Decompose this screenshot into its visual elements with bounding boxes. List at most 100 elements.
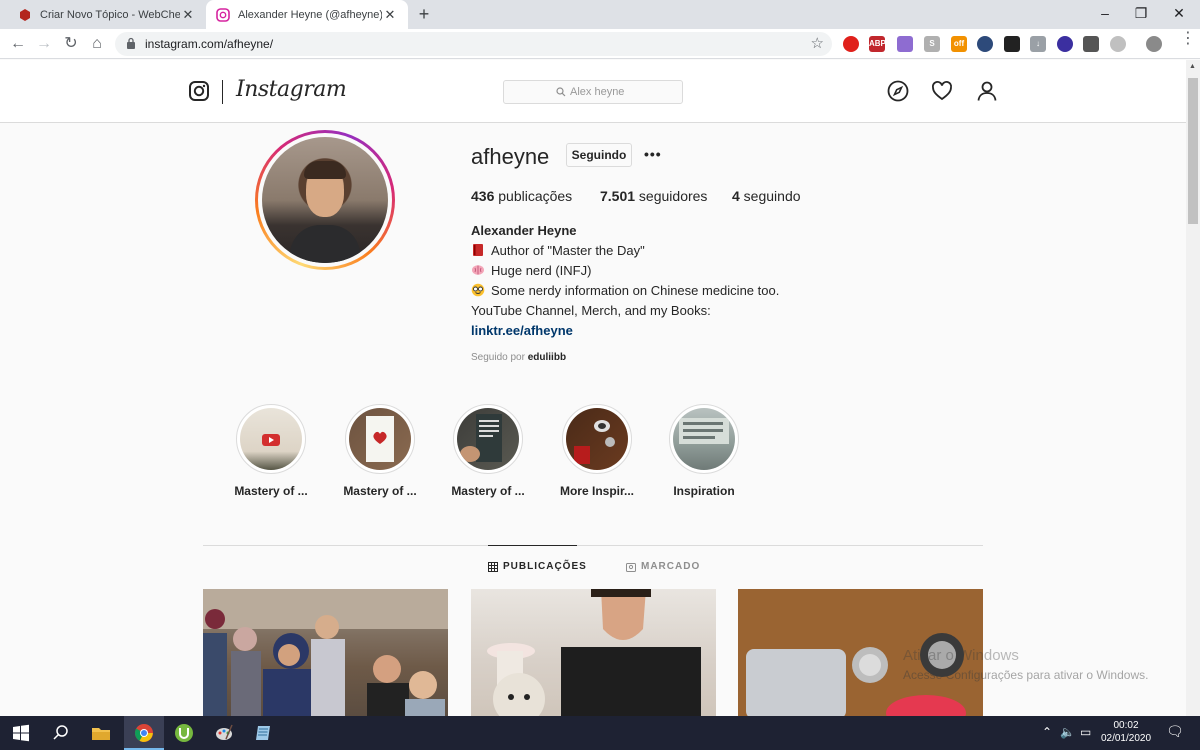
- avatar-jacket: [290, 225, 360, 263]
- close-tab-icon[interactable]: ✕: [382, 7, 398, 23]
- notifications-icon[interactable]: 🗨: [1166, 723, 1184, 740]
- reload-icon[interactable]: ↻: [61, 34, 81, 54]
- tabs-divider: [203, 545, 983, 546]
- cube-extension-icon[interactable]: [1083, 36, 1099, 52]
- lock-icon: [127, 37, 135, 49]
- purple-extension-icon[interactable]: [1057, 36, 1073, 52]
- s-extension-icon[interactable]: S: [924, 36, 940, 52]
- opera-extension-icon[interactable]: [843, 36, 859, 52]
- file-explorer-icon[interactable]: [91, 723, 111, 743]
- network-icon[interactable]: ▭: [1080, 725, 1091, 739]
- desk-items-icon: [574, 420, 615, 464]
- profile-avatar-story-ring[interactable]: [255, 130, 395, 270]
- sign-text-image-icon: [679, 418, 729, 444]
- globe-extension-icon[interactable]: [977, 36, 993, 52]
- post-thumbnail[interactable]: [203, 589, 448, 716]
- tagged-icon: [626, 562, 636, 572]
- clock-time: 00:02: [1113, 720, 1139, 731]
- instagram-logo-icon[interactable]: [189, 81, 209, 101]
- logo-divider: [222, 80, 223, 104]
- nerd-face-icon: [471, 283, 485, 297]
- highlight-label: Inspiration: [673, 484, 735, 498]
- highlight-ring: [453, 404, 523, 474]
- forward-arrow-icon[interactable]: →: [34, 34, 54, 54]
- tab-posts[interactable]: PUBLICAÇÕES: [488, 561, 587, 572]
- clock-date: 02/01/2020: [1100, 733, 1152, 744]
- bookmark-star-icon[interactable]: ☆: [811, 34, 824, 52]
- windows-start-icon[interactable]: [11, 723, 31, 743]
- followed-by-text: Seguido por eduliibb: [471, 352, 567, 363]
- highlight-thumbnail: [349, 408, 411, 470]
- browser-tab-instagram[interactable]: Alexander Heyne (@afheyne) • Fotos ✕: [206, 0, 408, 29]
- webcheats-favicon-icon: [20, 8, 30, 21]
- new-tab-button[interactable]: +: [414, 5, 434, 25]
- restore-window-icon[interactable]: ❐: [1124, 0, 1158, 29]
- back-arrow-icon[interactable]: ←: [8, 34, 28, 54]
- notes-app-icon[interactable]: [254, 723, 274, 743]
- browser-tab-webcheats[interactable]: Criar Novo Tópico - WebCheats ✕: [8, 0, 206, 29]
- paint-app-icon[interactable]: [214, 723, 234, 743]
- highlight-ring: [236, 404, 306, 474]
- chrome-icon[interactable]: [134, 723, 154, 743]
- browser-tab-strip: Criar Novo Tópico - WebCheats ✕ Alexande…: [0, 0, 1200, 29]
- tab-title: Criar Novo Tópico - WebCheats: [40, 8, 180, 21]
- highlight-label: Mastery of ...: [343, 484, 417, 498]
- search-box[interactable]: [503, 80, 683, 104]
- avatar-hair: [304, 161, 346, 179]
- grid-icon: [488, 561, 498, 572]
- search-input[interactable]: [570, 84, 670, 100]
- search-icon: [556, 87, 566, 97]
- followers-count[interactable]: 7.501 seguidores: [600, 188, 707, 204]
- minimize-window-icon[interactable]: –: [1088, 0, 1122, 29]
- bio-line: YouTube Channel, Merch, and my Books:: [471, 303, 711, 318]
- close-window-icon[interactable]: ✕: [1162, 0, 1196, 29]
- browser-toolbar: ← → ↻ ⌂ instagram.com/afheyne/ ☆ ABP S o…: [0, 29, 1200, 59]
- man-with-dog-image: [487, 589, 701, 716]
- utorrent-icon[interactable]: [174, 723, 194, 743]
- following-count[interactable]: 4 seguindo: [732, 188, 801, 204]
- instagram-wordmark[interactable]: Instagram: [236, 77, 347, 102]
- book-icon: [473, 244, 483, 256]
- search-icon[interactable]: [51, 723, 71, 743]
- github-extension-icon[interactable]: [1110, 36, 1126, 52]
- more-options-button[interactable]: •••: [644, 146, 662, 162]
- windows-taskbar: ⌃ 🔈 ▭ 00:02 02/01/2020 🗨: [0, 716, 1200, 750]
- scroll-up-arrow-icon[interactable]: ▲: [1189, 63, 1196, 70]
- group-photo-image: [203, 589, 448, 716]
- page-scrollbar[interactable]: ▲: [1186, 60, 1200, 716]
- home-icon[interactable]: ⌂: [87, 34, 107, 54]
- profile-icon[interactable]: [976, 80, 998, 102]
- feather-extension-icon[interactable]: [897, 36, 913, 52]
- notification-extension-icon[interactable]: [1004, 36, 1020, 52]
- adblock-extension-icon[interactable]: ABP: [869, 36, 886, 52]
- activate-windows-subtitle: Acesse Configurações para ativar o Windo…: [903, 668, 1149, 682]
- highlight-thumbnail: [240, 408, 302, 470]
- followed-by-user-link[interactable]: eduliibb: [528, 352, 566, 363]
- posts-count: 436 publicações: [471, 188, 573, 204]
- following-button[interactable]: Seguindo: [566, 143, 632, 167]
- profile-avatar-icon[interactable]: [1146, 36, 1162, 52]
- activity-heart-icon[interactable]: [931, 80, 953, 102]
- offers-extension-icon[interactable]: off: [951, 36, 967, 52]
- highlight-ring: [345, 404, 415, 474]
- tray-chevron-icon[interactable]: ⌃: [1042, 725, 1052, 739]
- tab-tagged[interactable]: MARCADO: [626, 561, 700, 572]
- bio-external-link[interactable]: linktr.ee/afheyne: [471, 323, 573, 338]
- bio-line: Author of "Master the Day": [471, 243, 645, 258]
- highlight-thumbnail: [673, 408, 735, 470]
- close-tab-icon[interactable]: ✕: [180, 7, 196, 23]
- bio-line: Huge nerd (INFJ): [471, 263, 591, 278]
- browser-menu-icon[interactable]: ⋮: [1180, 31, 1196, 52]
- instagram-favicon-icon: [216, 7, 230, 22]
- taskbar-clock[interactable]: 00:02 02/01/2020: [1100, 719, 1152, 745]
- highlight-thumbnail: [566, 408, 628, 470]
- explore-compass-icon[interactable]: [887, 80, 909, 102]
- scrollbar-thumb[interactable]: [1188, 78, 1198, 224]
- post-thumbnail[interactable]: [471, 589, 716, 716]
- instagram-header: Instagram: [0, 60, 1186, 123]
- profile-username: afheyne: [471, 144, 550, 169]
- download-extension-icon[interactable]: ↓: [1030, 36, 1046, 52]
- address-bar[interactable]: instagram.com/afheyne/ ☆: [115, 32, 832, 56]
- page-viewport: Instagram afheyne Seguindo ••• 436 publi…: [0, 60, 1186, 716]
- volume-icon[interactable]: 🔈: [1060, 725, 1075, 739]
